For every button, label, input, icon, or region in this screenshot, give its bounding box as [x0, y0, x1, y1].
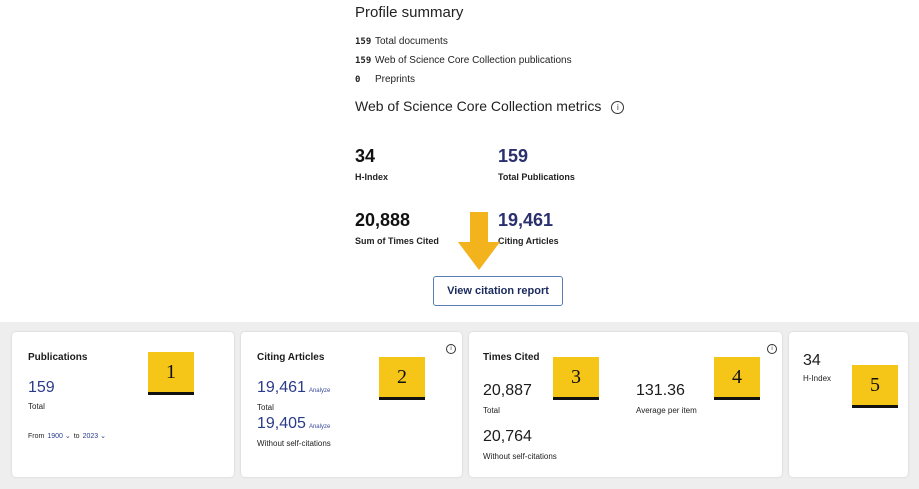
doc-row-wos: 159 Web of Science Core Collection public… — [355, 55, 572, 66]
analyze-link[interactable]: Analyze — [309, 424, 330, 430]
citing-articles-value[interactable]: 19,461 — [498, 210, 553, 231]
profile-summary-title: Profile summary — [355, 4, 464, 21]
citing-total-value: 19,461 Analyze — [257, 379, 330, 397]
doc-label: Web of Science Core Collection publicati… — [375, 55, 572, 66]
h-index-card: 34 H-Index 5 — [789, 332, 908, 477]
info-icon[interactable]: i — [446, 344, 456, 354]
doc-count: 0 — [355, 75, 361, 85]
doc-count: 159 — [355, 37, 372, 47]
sum-times-cited-value: 20,888 — [355, 210, 411, 230]
times-cited-card-title: Times Cited — [483, 352, 540, 363]
h-index-value: 34 — [355, 146, 376, 166]
sum-times-cited-label: Sum of Times Cited — [355, 236, 439, 246]
citing-total-number[interactable]: 19,461 — [257, 379, 306, 396]
doc-count: 159 — [355, 56, 372, 66]
analyze-link[interactable]: Analyze — [309, 388, 330, 394]
callout-badge-3: 3 — [553, 357, 599, 400]
metrics-title: Web of Science Core Collection metrics i — [355, 98, 625, 114]
from-label: From — [28, 433, 45, 440]
publications-card-title: Publications — [28, 352, 88, 363]
times-cited-card: Times Cited i 20,887 Total 20,764 Withou… — [469, 332, 782, 477]
from-year-select[interactable]: 1900 ⌄ — [47, 433, 70, 440]
citing-articles-label: Citing Articles — [498, 236, 559, 246]
h-index-label: H-Index — [355, 172, 389, 182]
callout-badge-4: 4 — [714, 357, 760, 400]
doc-row-preprints: 0 Preprints — [355, 74, 415, 85]
h-index-card-label: H-Index — [803, 374, 832, 383]
down-arrow-icon — [458, 212, 500, 270]
citing-total-label: Total — [257, 403, 274, 412]
publications-value[interactable]: 159 — [28, 379, 55, 397]
metrics-title-text: Web of Science Core Collection metrics — [355, 98, 602, 114]
h-index-card-value: 34 — [803, 352, 821, 369]
citing-articles-card: Citing Articles i 19,461 Analyze Total 19… — [241, 332, 462, 477]
citing-no-self-label: Without self-citations — [257, 439, 331, 448]
info-icon[interactable]: i — [767, 344, 777, 354]
times-cited-total-value: 20,887 — [483, 382, 532, 399]
citing-card-title: Citing Articles — [257, 352, 325, 363]
year-range-filter: From 1900 ⌄ to 2023 ⌄ — [28, 432, 109, 440]
callout-badge-1: 1 — [148, 352, 194, 395]
info-icon[interactable]: i — [611, 101, 625, 114]
times-cited-total-label: Total — [483, 406, 500, 415]
total-publications-label: Total Publications — [498, 172, 575, 182]
doc-label: Total documents — [375, 36, 448, 47]
total-publications-value[interactable]: 159 — [498, 146, 528, 167]
average-per-item-label: Average per item — [636, 406, 697, 415]
publications-total-label: Total — [28, 402, 45, 411]
doc-row-total: 159 Total documents — [355, 36, 448, 47]
to-year-select[interactable]: 2023 ⌄ — [83, 433, 106, 440]
average-per-item-value: 131.36 — [636, 382, 685, 399]
doc-label: Preprints — [375, 74, 416, 85]
callout-badge-5: 5 — [852, 365, 898, 408]
view-citation-report-button[interactable]: View citation report — [433, 276, 563, 306]
times-cited-no-self-label: Without self-citations — [483, 452, 557, 461]
to-label: to — [73, 433, 80, 440]
publications-card: Publications 159 Total From 1900 ⌄ to 2023 … — [12, 332, 234, 477]
callout-badge-2: 2 — [379, 357, 425, 400]
times-cited-no-self-value: 20,764 — [483, 428, 532, 445]
citing-no-self-number[interactable]: 19,405 — [257, 415, 306, 432]
citing-no-self-value: 19,405 Analyze — [257, 415, 330, 433]
